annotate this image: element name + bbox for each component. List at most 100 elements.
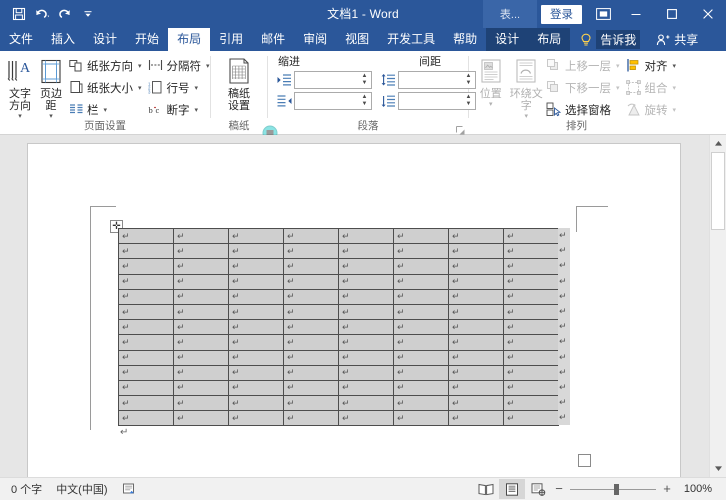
indent-right-spinner[interactable]: ▲▼: [358, 93, 371, 109]
table-cell[interactable]: ↵: [229, 335, 284, 350]
tell-me-box[interactable]: 告诉我: [570, 28, 648, 51]
table-row[interactable]: ↵↵↵↵↵↵↵↵: [119, 350, 559, 365]
document-scroll-region[interactable]: ✛ ↵↵↵↵↵↵↵↵ ↵↵↵↵↵↵↵↵ ↵↵↵↵↵↵↵↵ ↵↵↵↵↵↵↵↵ ↵↵…: [0, 135, 709, 477]
table-cell[interactable]: ↵: [284, 411, 339, 426]
vertical-scrollbar[interactable]: [709, 135, 726, 477]
tab-table-layout[interactable]: 布局: [528, 28, 570, 51]
table-cell[interactable]: ↵: [394, 396, 449, 411]
text-direction-button[interactable]: A 文字方向 ▾: [4, 54, 36, 120]
margins-button[interactable]: 页边距 ▾: [36, 54, 66, 120]
table-cell[interactable]: ↵: [394, 229, 449, 244]
table-cell[interactable]: ↵: [449, 365, 504, 380]
table-cell[interactable]: ↵: [339, 289, 394, 304]
close-button[interactable]: [690, 0, 726, 28]
table-cell[interactable]: ↵: [504, 380, 559, 395]
table-cell[interactable]: ↵: [449, 289, 504, 304]
orientation-button[interactable]: 纸张方向 ▾: [66, 55, 146, 76]
table-cell[interactable]: ↵: [174, 411, 229, 426]
table-row[interactable]: ↵↵↵↵↵↵↵↵: [119, 304, 559, 319]
zoom-slider-thumb[interactable]: [614, 484, 619, 495]
table-cell[interactable]: ↵: [339, 259, 394, 274]
bring-forward-button[interactable]: 上移一层 ▾: [544, 55, 624, 76]
table-row[interactable]: ↵↵↵↵↵↵↵↵: [119, 396, 559, 411]
sign-in-button[interactable]: 登录: [541, 5, 582, 24]
table-cell[interactable]: ↵: [229, 365, 284, 380]
table-row[interactable]: ↵↵↵↵↵↵↵↵: [119, 259, 559, 274]
table-cell[interactable]: ↵: [174, 244, 229, 259]
table-cell[interactable]: ↵: [449, 274, 504, 289]
tab-file[interactable]: 文件: [0, 28, 42, 51]
line-numbers-button[interactable]: 1 2 3 行号 ▾: [146, 77, 214, 98]
table-cell[interactable]: ↵: [119, 335, 174, 350]
table-cell[interactable]: ↵: [284, 350, 339, 365]
language-indicator[interactable]: 中文(中国): [49, 478, 114, 500]
table-row[interactable]: ↵↵↵↵↵↵↵↵: [119, 411, 559, 426]
table-cell[interactable]: ↵: [174, 350, 229, 365]
table-cell[interactable]: ↵: [449, 350, 504, 365]
table-resize-handle[interactable]: [578, 454, 591, 467]
table-cell[interactable]: ↵: [174, 365, 229, 380]
table-cell[interactable]: ↵: [229, 289, 284, 304]
scroll-up-button[interactable]: [710, 135, 726, 152]
table-cell[interactable]: ↵: [504, 289, 559, 304]
share-button[interactable]: 共享: [648, 28, 706, 51]
tab-developer[interactable]: 开发工具: [378, 28, 444, 51]
table-cell[interactable]: ↵: [449, 229, 504, 244]
table-cell[interactable]: ↵: [174, 396, 229, 411]
table-cell[interactable]: ↵: [394, 289, 449, 304]
breaks-button[interactable]: 分隔符 ▾: [146, 55, 214, 76]
table-cell[interactable]: ↵: [394, 259, 449, 274]
table-cell[interactable]: ↵: [174, 289, 229, 304]
table-cell[interactable]: ↵: [449, 320, 504, 335]
table-cell[interactable]: ↵: [394, 304, 449, 319]
save-button[interactable]: [8, 3, 30, 25]
table-cell[interactable]: ↵: [119, 244, 174, 259]
spacing-before-field[interactable]: ▲▼: [398, 71, 476, 89]
table-cell[interactable]: ↵: [339, 350, 394, 365]
indent-left-input[interactable]: [295, 72, 358, 88]
table-cell[interactable]: ↵: [339, 304, 394, 319]
scroll-down-button[interactable]: [710, 460, 726, 477]
table-cell[interactable]: ↵: [119, 365, 174, 380]
table-row[interactable]: ↵↵↵↵↵↵↵↵: [119, 365, 559, 380]
table-cell[interactable]: ↵: [394, 335, 449, 350]
zoom-out-button[interactable]: −: [553, 483, 565, 495]
tab-insert[interactable]: 插入: [42, 28, 84, 51]
table-cell[interactable]: ↵: [284, 229, 339, 244]
table-row[interactable]: ↵↵↵↵↵↵↵↵: [119, 274, 559, 289]
table-cell[interactable]: ↵: [504, 396, 559, 411]
table-cell[interactable]: ↵: [119, 229, 174, 244]
table-row[interactable]: ↵↵↵↵↵↵↵↵: [119, 229, 559, 244]
table-cell[interactable]: ↵: [394, 244, 449, 259]
indent-left-field[interactable]: ▲▼: [294, 71, 372, 89]
position-button[interactable]: 位置 ▾: [473, 54, 508, 108]
table-cell[interactable]: ↵: [339, 365, 394, 380]
table-cell[interactable]: ↵: [229, 274, 284, 289]
table-cell[interactable]: ↵: [174, 274, 229, 289]
table-cell[interactable]: ↵: [284, 274, 339, 289]
zoom-in-button[interactable]: +: [661, 483, 673, 495]
align-button[interactable]: 对齐 ▾: [623, 55, 680, 76]
table-cell[interactable]: ↵: [229, 244, 284, 259]
table-cell[interactable]: ↵: [284, 335, 339, 350]
table-cell[interactable]: ↵: [174, 304, 229, 319]
document-page[interactable]: ✛ ↵↵↵↵↵↵↵↵ ↵↵↵↵↵↵↵↵ ↵↵↵↵↵↵↵↵ ↵↵↵↵↵↵↵↵ ↵↵…: [28, 144, 680, 477]
table-cell[interactable]: ↵: [339, 335, 394, 350]
rotate-button[interactable]: 旋转 ▾: [623, 99, 680, 120]
table-cell[interactable]: ↵: [449, 304, 504, 319]
table-row[interactable]: ↵↵↵↵↵↵↵↵: [119, 244, 559, 259]
table-cell[interactable]: ↵: [229, 411, 284, 426]
table-cell[interactable]: ↵: [394, 365, 449, 380]
table-cell[interactable]: ↵: [229, 304, 284, 319]
table-cell[interactable]: ↵: [394, 380, 449, 395]
table-cell[interactable]: ↵: [284, 365, 339, 380]
table-cell[interactable]: ↵: [504, 274, 559, 289]
tab-design[interactable]: 设计: [84, 28, 126, 51]
table-row[interactable]: ↵↵↵↵↵↵↵↵: [119, 289, 559, 304]
maximize-button[interactable]: [654, 0, 690, 28]
table-cell[interactable]: ↵: [504, 259, 559, 274]
table-cell[interactable]: ↵: [174, 335, 229, 350]
table-cell[interactable]: ↵: [229, 320, 284, 335]
tab-mailings[interactable]: 邮件: [252, 28, 294, 51]
columns-button[interactable]: 栏 ▾: [66, 99, 146, 120]
